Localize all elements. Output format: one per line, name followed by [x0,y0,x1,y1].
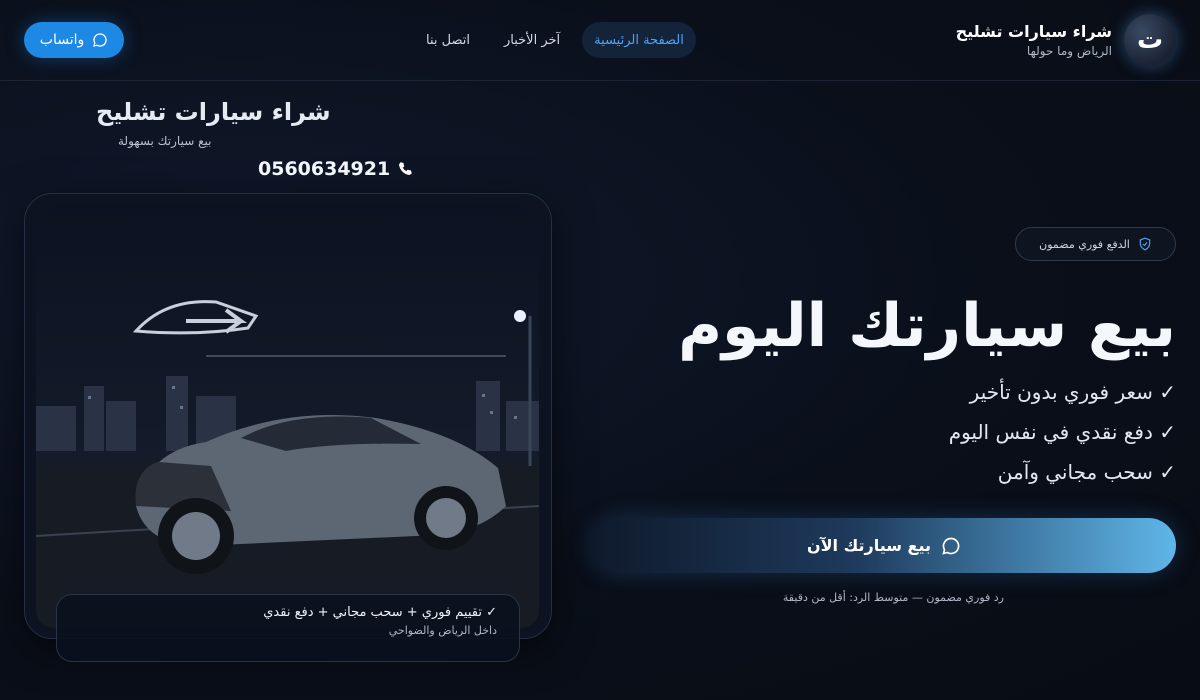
nav-home[interactable]: الصفحة الرئيسية [582,22,696,58]
payment-badge: الدفع فوري مضمون [1015,227,1176,261]
image-brand-subtitle: بيع سيارتك بسهولة [118,134,212,148]
car-illustration [36,300,539,628]
feature-item: ✓ سعر فوري بدون تأخير [969,380,1176,404]
whatsapp-icon [93,33,107,47]
shield-icon [1139,237,1151,251]
brand-text: شراء سيارات تشليح الرياض وما حولها [956,22,1112,58]
logo: ت [1124,14,1176,66]
nav-news[interactable]: آخر الأخبار [492,22,572,58]
feature-item: ✓ دفع نقدي في نفس اليوم [948,420,1176,444]
phone-icon [399,162,412,175]
site-header: ت شراء سيارات تشليح الرياض وما حولها الص… [0,0,1200,81]
nav-contact[interactable]: اتصل بنا [414,22,482,58]
hero-title: بيع سيارتك اليوم [678,291,1176,361]
whatsapp-label: واتساب [39,32,85,48]
chat-icon [942,537,960,555]
features-list: ✓ سعر فوري بدون تأخير ✓ دفع نقدي في نفس … [949,376,1176,496]
image-brand-title: شراء سيارات تشليح [96,98,331,126]
badge-label: الدفع فوري مضمون [1039,237,1130,251]
hero-image [36,206,539,628]
phone-number: 0560634921 [258,158,391,180]
whatsapp-button[interactable]: واتساب [24,22,124,58]
overlay-main-text: ✓ تقييم فوري + سحب مجاني + دفع نقدي [263,605,497,620]
cta-label: بيع سيارتك الآن [806,536,932,555]
services-overlay: ✓ تقييم فوري + سحب مجاني + دفع نقدي داخل… [56,594,520,662]
overlay-sub-text: داخل الرياض والضواحي [388,624,497,637]
brand[interactable]: ت شراء سيارات تشليح الرياض وما حولها [956,14,1176,66]
image-phone: 0560634921 [258,158,414,180]
brand-subtitle: الرياض وما حولها [1026,44,1112,58]
feature-item: ✓ سحب مجاني وآمن [997,460,1176,484]
brand-title: شراء سيارات تشليح [955,22,1112,41]
main-nav: الصفحة الرئيسية آخر الأخبار اتصل بنا [414,22,696,58]
sell-car-button[interactable]: بيع سيارتك الآن [592,518,1176,573]
